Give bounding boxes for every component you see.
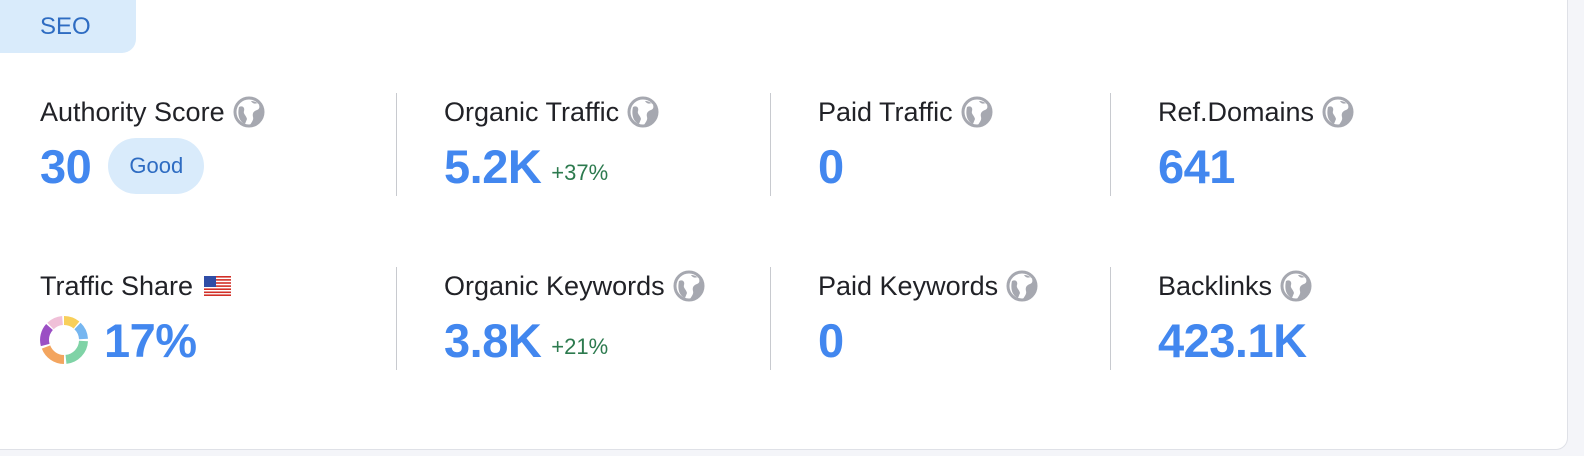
organic-keywords-value: 3.8K — [444, 313, 542, 367]
organic-keywords-label: Organic Keywords — [444, 270, 665, 301]
paid-keywords-label: Paid Keywords — [818, 270, 999, 301]
globe-icon — [233, 96, 265, 128]
authority-score-value: 30 — [40, 139, 92, 193]
seo-summary-card: SEO Authority Score 30 Good Organic Traf… — [0, 0, 1568, 450]
paid-keywords-value: 0 — [818, 313, 844, 367]
globe-icon — [627, 96, 659, 128]
globe-icon — [1006, 270, 1038, 302]
paid-traffic-label: Paid Traffic — [818, 96, 953, 127]
ref-domains-value: 641 — [1158, 139, 1235, 193]
organic-keywords-delta: +21% — [551, 334, 609, 359]
backlinks-value: 423.1K — [1158, 313, 1307, 367]
backlinks-label: Backlinks — [1158, 270, 1273, 301]
seo-section-tab[interactable]: SEO — [0, 0, 136, 53]
divider — [1110, 93, 1111, 196]
organic-traffic-value: 5.2K — [444, 139, 542, 193]
divider — [770, 93, 771, 196]
traffic-share-donut-icon — [40, 316, 88, 364]
divider — [770, 267, 771, 370]
organic-traffic-label: Organic Traffic — [444, 96, 620, 127]
divider — [396, 93, 397, 196]
traffic-share-value: 17% — [104, 313, 197, 367]
authority-score-label: Authority Score — [40, 96, 225, 127]
globe-icon — [1322, 96, 1354, 128]
us-flag-icon — [204, 276, 232, 296]
paid-traffic-value: 0 — [818, 139, 844, 193]
globe-icon — [1280, 270, 1312, 302]
ref-domains-label: Ref.Domains — [1158, 96, 1315, 127]
divider — [1110, 267, 1111, 370]
authority-score-badge: Good — [108, 138, 205, 194]
globe-icon — [673, 270, 705, 302]
globe-icon — [961, 96, 993, 128]
divider — [396, 267, 397, 370]
organic-traffic-delta: +37% — [551, 160, 609, 185]
traffic-share-label: Traffic Share — [40, 270, 194, 301]
